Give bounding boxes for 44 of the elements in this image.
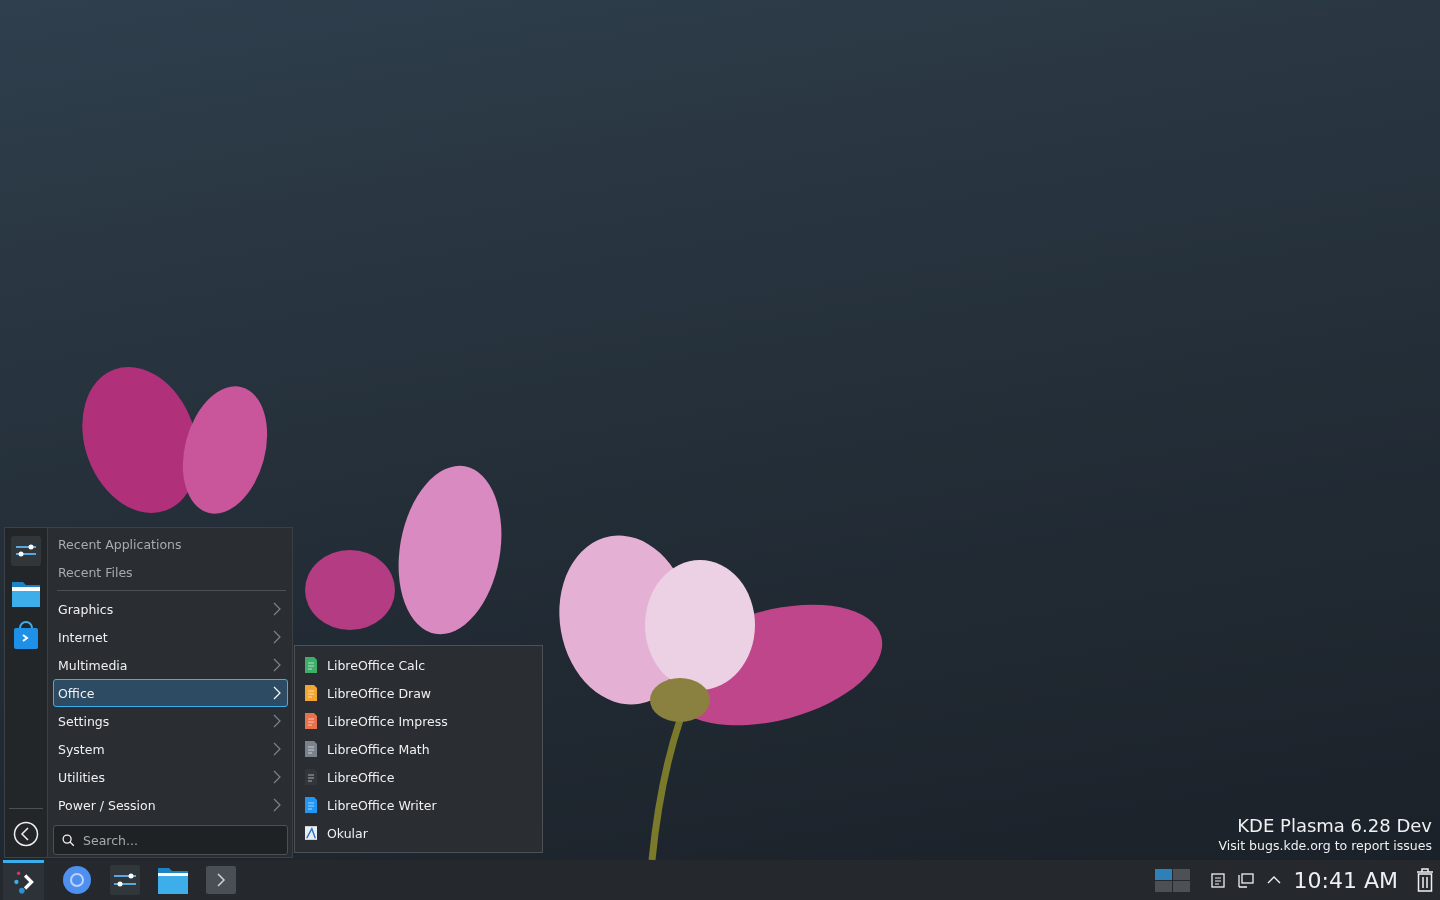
shopping-bag-icon[interactable] bbox=[11, 620, 41, 650]
clock[interactable]: 10:41 AM bbox=[1293, 867, 1398, 893]
menu-item[interactable]: Recent Files bbox=[53, 558, 288, 586]
clipboard-icon[interactable] bbox=[1209, 872, 1226, 888]
chevron-right-icon bbox=[273, 658, 281, 672]
launcher-button[interactable] bbox=[3, 860, 44, 900]
menu-item[interactable]: Recent Applications bbox=[53, 530, 288, 558]
sliders-icon[interactable] bbox=[11, 536, 41, 566]
back-icon[interactable] bbox=[13, 821, 39, 847]
submenu-item[interactable]: LibreOffice Impress bbox=[295, 707, 542, 735]
virtual-desktop[interactable] bbox=[1154, 868, 1172, 880]
terminal-icon[interactable] bbox=[206, 865, 236, 895]
sliders-icon[interactable] bbox=[110, 865, 140, 895]
menu-item[interactable]: Multimedia bbox=[53, 651, 288, 679]
network-icon[interactable] bbox=[1237, 872, 1254, 888]
submenu-item[interactable]: LibreOffice Draw bbox=[295, 679, 542, 707]
chevron-right-icon bbox=[273, 630, 281, 644]
menu-item[interactable]: Utilities bbox=[53, 763, 288, 791]
browser-icon[interactable] bbox=[62, 865, 92, 895]
chevron-right-icon bbox=[273, 714, 281, 728]
chevron-right-icon bbox=[273, 798, 281, 812]
menu-item[interactable]: System bbox=[53, 735, 288, 763]
watermark-subtitle: Visit bugs.kde.org to report issues bbox=[1218, 838, 1432, 853]
submenu-item[interactable]: LibreOffice bbox=[295, 763, 542, 791]
chevron-right-icon bbox=[273, 742, 281, 756]
search-icon bbox=[62, 834, 75, 847]
submenu-item[interactable]: LibreOffice Calc bbox=[295, 651, 542, 679]
menu-item[interactable]: Internet bbox=[53, 623, 288, 651]
watermark-title: KDE Plasma 6.28 Dev bbox=[1237, 815, 1432, 836]
folder-icon[interactable] bbox=[158, 865, 188, 895]
submenu-item[interactable]: Okular bbox=[295, 819, 542, 847]
menu-item[interactable]: Power / Session bbox=[53, 791, 288, 819]
chevron-right-icon bbox=[273, 770, 281, 784]
document-viewer-icon bbox=[305, 825, 317, 841]
submenu-item[interactable]: LibreOffice Writer bbox=[295, 791, 542, 819]
menu-item[interactable]: Settings bbox=[53, 707, 288, 735]
menu-item[interactable]: Office bbox=[53, 679, 288, 707]
trash-icon[interactable] bbox=[1416, 868, 1434, 892]
chevron-right-icon bbox=[273, 686, 281, 700]
search-field[interactable]: Search... bbox=[53, 825, 288, 855]
chevron-right-icon bbox=[273, 602, 281, 616]
submenu-item[interactable]: LibreOffice Math bbox=[295, 735, 542, 763]
menu-item[interactable]: Graphics bbox=[53, 595, 288, 623]
desktop-pager[interactable] bbox=[1154, 868, 1190, 892]
